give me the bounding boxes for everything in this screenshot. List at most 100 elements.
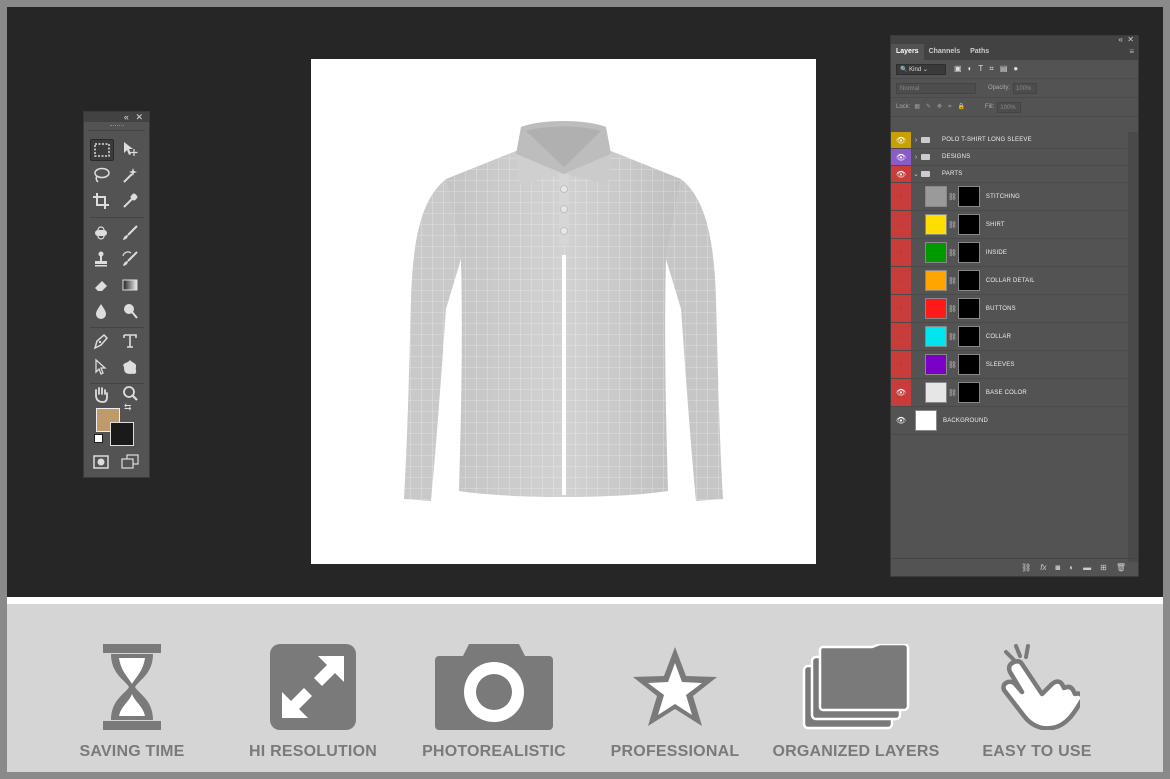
layer-mask-thumbnail[interactable] <box>957 214 980 235</box>
visibility-eye-icon[interactable]: ▫ <box>891 323 911 350</box>
adjustment-layer-icon[interactable]: ◐ <box>1069 563 1074 572</box>
mask-link-icon[interactable]: ⛓ <box>948 249 957 257</box>
new-group-icon[interactable]: ▬ <box>1083 563 1091 572</box>
fill-field[interactable]: 100% <box>997 101 1022 113</box>
mask-link-icon[interactable]: ⛓ <box>948 333 957 341</box>
layer-mask-thumbnail[interactable] <box>957 186 980 207</box>
blend-mode-select[interactable]: Normal <box>896 82 976 94</box>
default-colors-icon[interactable] <box>94 434 103 443</box>
layer-mask-thumbnail[interactable] <box>957 298 980 319</box>
eraser-tool-icon[interactable] <box>90 275 112 295</box>
layer-style-icon[interactable]: fx <box>1040 563 1046 572</box>
tab-channels[interactable]: Channels <box>924 44 966 60</box>
filter-pixel-icon[interactable]: ▣ <box>954 64 962 74</box>
mask-link-icon[interactable]: ⛓ <box>948 361 957 369</box>
close-panel-icon[interactable]: ✕ <box>135 112 145 122</box>
layer-mask-thumbnail[interactable] <box>957 326 980 347</box>
chevron-down-icon[interactable]: ⌄ <box>911 170 921 178</box>
tab-paths[interactable]: Paths <box>965 44 994 60</box>
collapse-panel-icon[interactable]: « <box>124 112 131 122</box>
history-brush-tool-icon[interactable] <box>119 249 141 269</box>
magic-wand-tool-icon[interactable] <box>119 165 141 185</box>
layer-group-row[interactable]: 👁 › POLO T-SHIRT LONG SLEEVE <box>891 132 1127 149</box>
layer-group-row[interactable]: 👁 ⌄ PARTS <box>891 166 1127 183</box>
tab-layers[interactable]: Layers <box>891 44 924 60</box>
layer-group-row[interactable]: 👁 › DESIGNS <box>891 149 1127 166</box>
visibility-eye-icon[interactable]: ▫ <box>891 267 911 294</box>
layer-mask-thumbnail[interactable] <box>957 382 980 403</box>
mask-link-icon[interactable]: ⛓ <box>948 389 957 397</box>
screen-mode-icon[interactable] <box>119 452 141 472</box>
visibility-eye-icon[interactable]: 👁 <box>891 379 911 406</box>
filter-shape-icon[interactable]: ⌗ <box>989 64 994 74</box>
visibility-eye-icon[interactable]: 👁 <box>891 166 911 182</box>
mask-link-icon[interactable]: ⛓ <box>948 277 957 285</box>
layer-row[interactable]: ▫ ⛓ STITCHING <box>891 183 1127 211</box>
pen-tool-icon[interactable] <box>90 331 112 351</box>
visibility-eye-icon[interactable]: ▫ <box>891 211 911 238</box>
document-canvas[interactable] <box>311 59 816 564</box>
spot-healing-tool-icon[interactable] <box>90 223 112 243</box>
new-layer-icon[interactable]: ⊞ <box>1100 563 1107 572</box>
layers-scrollbar[interactable] <box>1128 132 1138 562</box>
layer-row[interactable]: ▫ ⛓ INSIDE <box>891 239 1127 267</box>
tools-panel-grip[interactable] <box>88 122 145 131</box>
visibility-eye-icon[interactable]: 👁 <box>891 407 911 434</box>
visibility-eye-icon[interactable]: ▫ <box>891 183 911 210</box>
dodge-tool-icon[interactable] <box>119 301 141 321</box>
panel-menu-icon[interactable]: ≡ <box>1129 48 1134 56</box>
folder-icon <box>921 171 930 177</box>
rectangular-marquee-tool-icon[interactable] <box>90 139 114 161</box>
visibility-eye-icon[interactable]: ▫ <box>891 239 911 266</box>
zoom-tool-icon[interactable] <box>119 384 141 404</box>
layer-row[interactable]: ▫ ⛓ BUTTONS <box>891 295 1127 323</box>
brush-tool-icon[interactable] <box>119 223 141 243</box>
visibility-eye-icon[interactable]: 👁 <box>891 149 911 165</box>
lock-icons[interactable]: ▦✎✥⌗🔒 <box>914 103 971 111</box>
chevron-right-icon[interactable]: › <box>911 154 921 161</box>
mask-link-icon[interactable]: ⛓ <box>948 193 957 201</box>
background-color-swatch[interactable] <box>110 422 134 446</box>
hand-tool-icon[interactable] <box>90 384 112 404</box>
close-panel-icon[interactable]: ✕ <box>1127 35 1134 44</box>
chevron-right-icon[interactable]: › <box>911 137 921 144</box>
delete-layer-icon[interactable]: 🗑 <box>1116 563 1126 572</box>
blur-tool-icon[interactable] <box>90 301 112 321</box>
mask-link-icon[interactable]: ⛓ <box>948 221 957 229</box>
eyedropper-tool-icon[interactable] <box>119 191 141 211</box>
filter-kind-select[interactable]: 🔍 Kind ⌄ <box>896 63 946 75</box>
layer-row[interactable]: ▫ ⛓ COLLAR <box>891 323 1127 351</box>
filter-toggle-icon[interactable]: ● <box>1013 64 1018 74</box>
link-layers-icon[interactable]: ⛓ <box>1021 563 1031 572</box>
layer-mask-thumbnail[interactable] <box>957 354 980 375</box>
quick-mask-icon[interactable] <box>90 452 112 472</box>
move-tool-icon[interactable] <box>119 139 141 159</box>
filter-type-icon[interactable]: T <box>978 64 983 74</box>
feature-label: HI RESOLUTION <box>249 743 377 760</box>
visibility-eye-icon[interactable]: 👁 <box>891 132 911 148</box>
filter-adjustment-icon[interactable]: ◐ <box>968 64 973 74</box>
gradient-tool-icon[interactable] <box>119 275 141 295</box>
type-tool-icon[interactable] <box>119 331 141 351</box>
layer-row[interactable]: 👁 ⛓ BASE COLOR <box>891 379 1127 407</box>
clone-stamp-tool-icon[interactable] <box>90 249 112 269</box>
layer-mask-thumbnail[interactable] <box>957 242 980 263</box>
opacity-field[interactable]: 100% <box>1013 82 1038 94</box>
add-mask-icon[interactable]: ◙ <box>1055 563 1060 572</box>
layer-row[interactable]: 👁 BACKGROUND <box>891 407 1127 435</box>
path-selection-tool-icon[interactable] <box>90 357 112 377</box>
layer-row[interactable]: ▫ ⛓ SHIRT <box>891 211 1127 239</box>
mask-link-icon[interactable]: ⛓ <box>948 305 957 313</box>
layer-name: POLO T-SHIRT LONG SLEEVE <box>942 137 1032 143</box>
crop-tool-icon[interactable] <box>90 191 112 211</box>
collapse-panel-icon[interactable]: « <box>1118 35 1122 44</box>
filter-smart-object-icon[interactable]: ▤ <box>1000 64 1008 74</box>
layer-mask-thumbnail[interactable] <box>957 270 980 291</box>
swap-colors-icon[interactable]: ⇆ <box>124 402 132 413</box>
custom-shape-tool-icon[interactable] <box>119 357 141 377</box>
visibility-eye-icon[interactable]: ▫ <box>891 295 911 322</box>
lasso-tool-icon[interactable] <box>90 165 112 185</box>
visibility-eye-icon[interactable]: ▫ <box>891 351 911 378</box>
layer-row[interactable]: ▫ ⛓ COLLAR DETAIL <box>891 267 1127 295</box>
layer-row[interactable]: ▫ ⛓ SLEEVES <box>891 351 1127 379</box>
